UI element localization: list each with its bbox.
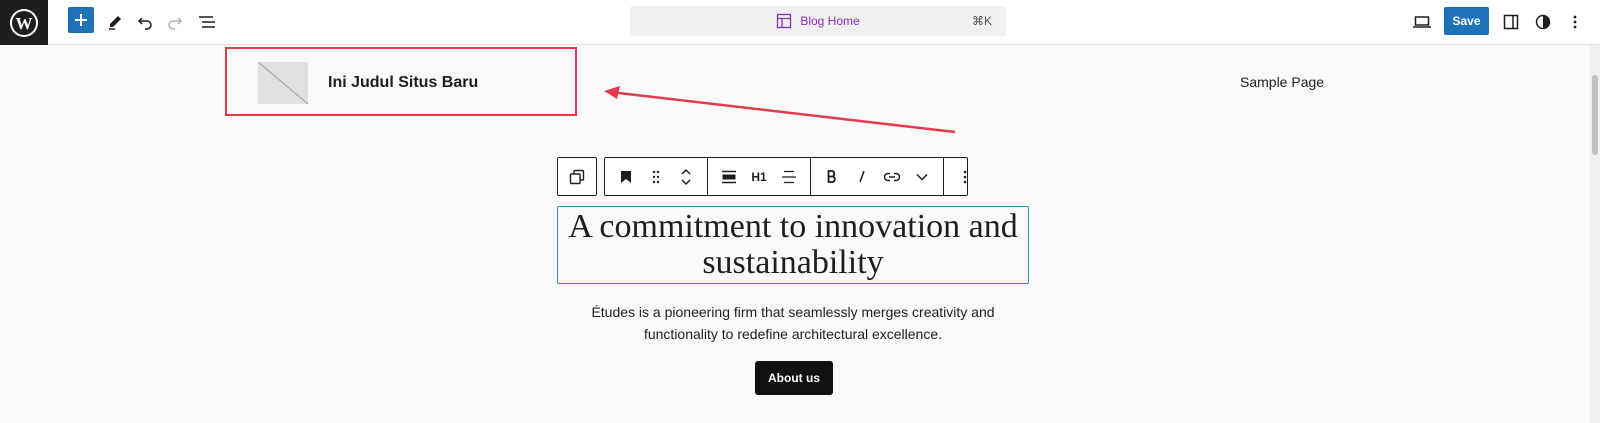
save-button[interactable]: Save (1444, 7, 1489, 35)
plus-icon (75, 14, 87, 26)
redo-icon (168, 17, 183, 30)
italic-icon (859, 170, 865, 183)
redo-button[interactable] (160, 7, 190, 37)
annotation-highlight-box (225, 47, 577, 116)
add-block-button[interactable] (68, 7, 94, 33)
select-parent-block-button[interactable] (557, 157, 597, 196)
list-view-icon (199, 16, 215, 28)
drag-handle[interactable] (641, 162, 671, 192)
heading-level-button[interactable]: H1 (744, 162, 774, 192)
block-options-button[interactable] (950, 162, 980, 192)
wordpress-logo-button[interactable]: W (0, 0, 48, 45)
undo-icon (137, 17, 152, 30)
undo-button[interactable] (130, 7, 160, 37)
block-toolbar-group-heading: H1 (708, 158, 811, 195)
pencil-icon (109, 16, 121, 30)
options-menu-button[interactable] (1560, 7, 1590, 37)
canvas-scrollbar[interactable] (1590, 45, 1600, 423)
command-palette-bar[interactable]: Blog Home ⌘K (630, 6, 1006, 36)
more-vertical-icon (1573, 15, 1577, 29)
annotation-arrow (604, 86, 956, 134)
align-center-icon (782, 170, 796, 183)
document-title: Blog Home (800, 14, 860, 28)
preview-device-button[interactable] (1407, 7, 1437, 37)
svg-text:W: W (16, 14, 33, 33)
chevron-up-down-icon (681, 168, 691, 185)
drag-icon (652, 170, 660, 183)
settings-sidebar-button[interactable] (1496, 7, 1526, 37)
bold-icon (827, 170, 836, 183)
wordpress-icon: W (10, 8, 38, 37)
desktop-icon (1413, 16, 1431, 28)
about-us-button[interactable]: About us (755, 361, 833, 395)
description-paragraph[interactable]: Études is a pioneering firm that seamles… (557, 301, 1029, 345)
sidebar-icon (1503, 14, 1519, 30)
heading-block[interactable]: A commitment to innovation and sustainab… (557, 206, 1029, 284)
scrollbar-thumb[interactable] (1592, 75, 1598, 155)
align-wide-icon (722, 170, 736, 183)
template-icon (777, 13, 792, 29)
tools-button[interactable] (100, 7, 130, 37)
chevron-down-icon (916, 173, 928, 181)
link-icon (884, 172, 900, 181)
styles-button[interactable] (1528, 7, 1558, 37)
bookmark-icon (621, 170, 631, 183)
contrast-icon (1535, 14, 1551, 30)
nav-link-sample-page[interactable]: Sample Page (1240, 74, 1324, 90)
text-align-button[interactable] (774, 162, 804, 192)
block-toolbar: H1 (604, 157, 968, 196)
more-vertical-icon (963, 170, 967, 183)
align-button[interactable] (714, 162, 744, 192)
block-toolbar-group-options (944, 158, 986, 195)
block-toolbar-group-format (811, 158, 944, 195)
block-toolbar-group-block (605, 158, 708, 195)
block-type-button[interactable] (611, 162, 641, 192)
link-button[interactable] (877, 162, 907, 192)
more-formatting-button[interactable] (907, 162, 937, 192)
document-overview-button[interactable] (192, 7, 222, 37)
command-shortcut: ⌘K (971, 14, 992, 28)
move-up-down-buttons[interactable] (671, 162, 701, 192)
editor-top-toolbar: W Blog Home ⌘K Save (0, 0, 1600, 45)
bold-button[interactable] (817, 162, 847, 192)
italic-button[interactable] (847, 162, 877, 192)
parent-block-icon (569, 169, 585, 184)
